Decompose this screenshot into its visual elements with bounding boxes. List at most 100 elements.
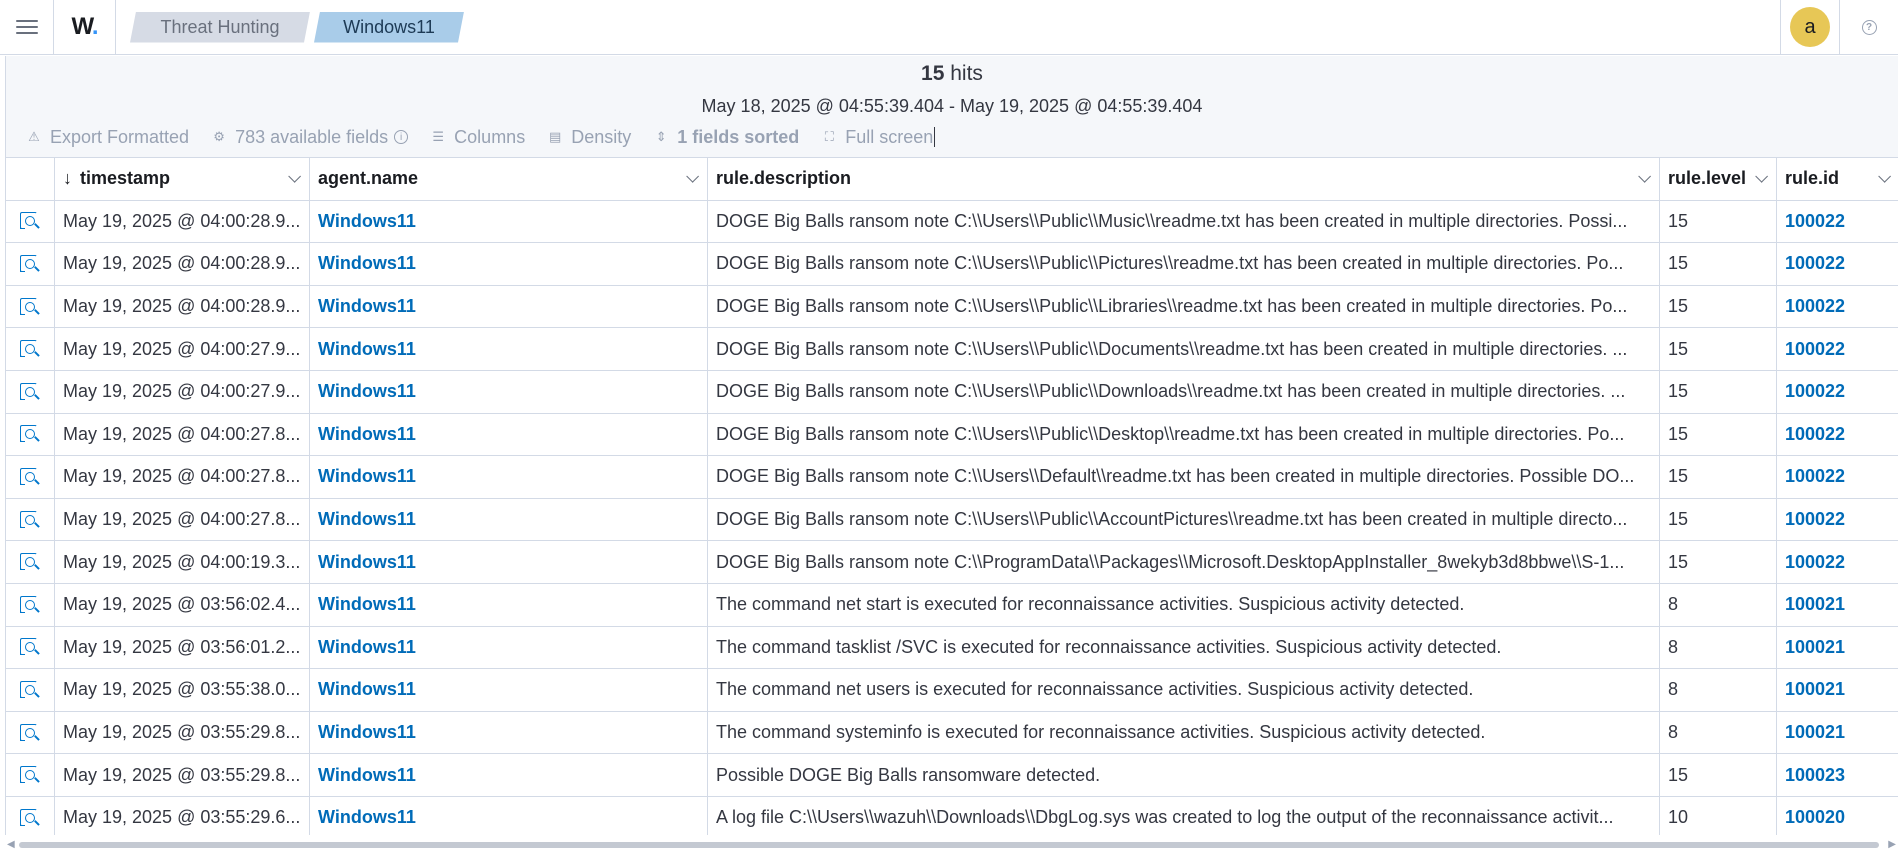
- agent-link[interactable]: Windows11: [318, 424, 416, 445]
- menu-button[interactable]: [0, 0, 54, 55]
- help-cell[interactable]: ?: [1840, 0, 1898, 55]
- horizontal-scrollbar[interactable]: ◀ ▶: [5, 836, 1898, 852]
- inspect-document-icon[interactable]: [19, 808, 41, 828]
- column-header-rule-description[interactable]: rule.description: [708, 158, 1660, 200]
- density-button[interactable]: ▤ Density: [547, 127, 631, 148]
- inspect-document-icon[interactable]: [19, 297, 41, 317]
- cell-rule-level: 8: [1660, 626, 1777, 669]
- time-range: May 18, 2025 @ 04:55:39.404 - May 19, 20…: [701, 96, 1203, 116]
- rule-id-link[interactable]: 100022: [1785, 253, 1845, 274]
- cell-rule-id: 100022: [1777, 499, 1898, 541]
- inspect-document-icon[interactable]: [19, 510, 41, 530]
- table-row: May 19, 2025 @ 04:00:28.9... Windows11 DOG…: [6, 285, 1898, 329]
- avatar[interactable]: a: [1790, 7, 1830, 47]
- agent-link[interactable]: Windows11: [318, 637, 416, 658]
- cell-agent-name: Windows11: [310, 413, 708, 456]
- agent-link[interactable]: Windows11: [318, 296, 416, 317]
- avatar-cell: a: [1780, 0, 1840, 55]
- inspect-document-icon[interactable]: [19, 595, 41, 615]
- rule-id-link[interactable]: 100022: [1785, 509, 1845, 530]
- table-row: May 19, 2025 @ 03:55:29.6... Windows11 A l…: [6, 797, 1898, 835]
- cell-rule-level: 8: [1660, 711, 1777, 754]
- rule-id-link[interactable]: 100022: [1785, 466, 1845, 487]
- rule-id-link[interactable]: 100022: [1785, 211, 1845, 232]
- hits-count: 15 hits: [921, 62, 983, 85]
- scroll-right-icon[interactable]: ▶: [1888, 839, 1896, 850]
- chevron-down-icon[interactable]: [1878, 170, 1891, 184]
- agent-link[interactable]: Windows11: [318, 253, 416, 274]
- column-header-timestamp[interactable]: ↓ timestamp: [55, 158, 310, 200]
- columns-icon: ☰: [432, 129, 444, 144]
- breadcrumb-windows11[interactable]: Windows11: [314, 12, 464, 43]
- inspect-document-icon[interactable]: [19, 339, 41, 359]
- rule-id-link[interactable]: 100023: [1785, 765, 1845, 786]
- agent-link[interactable]: Windows11: [318, 381, 416, 402]
- chevron-down-icon[interactable]: [1638, 170, 1651, 184]
- chevron-down-icon[interactable]: [288, 170, 301, 184]
- agent-link[interactable]: Windows11: [318, 211, 416, 232]
- scroll-left-icon[interactable]: ◀: [7, 839, 15, 850]
- app-logo: W.: [71, 13, 99, 40]
- column-header-rule-id[interactable]: rule.id: [1777, 158, 1898, 200]
- chevron-down-icon[interactable]: [686, 170, 699, 184]
- cell-rule-description: DOGE Big Balls ransom note C:\\Users\\Pu…: [708, 328, 1660, 370]
- row-actions-cell: [6, 328, 55, 370]
- rule-id-link[interactable]: 100021: [1785, 679, 1845, 700]
- cell-rule-id: 100022: [1777, 414, 1898, 456]
- column-header-rule-level[interactable]: rule.level: [1660, 158, 1777, 200]
- agent-link[interactable]: Windows11: [318, 339, 416, 360]
- cell-agent-name: Windows11: [310, 584, 708, 626]
- export-formatted-button[interactable]: ⚠ Export Formatted: [26, 127, 189, 148]
- full-screen-button[interactable]: ⛶ Full screen: [821, 127, 936, 148]
- inspect-document-icon[interactable]: [19, 382, 41, 402]
- inspect-document-icon[interactable]: [19, 467, 41, 487]
- logo-cell[interactable]: W.: [54, 0, 116, 55]
- inspect-document-icon[interactable]: [19, 765, 41, 785]
- cell-rule-level: 10: [1660, 797, 1777, 835]
- help-icon[interactable]: ?: [1861, 19, 1877, 35]
- columns-button[interactable]: ☰ Columns: [430, 127, 525, 148]
- rule-id-link[interactable]: 100022: [1785, 296, 1845, 317]
- rule-id-link[interactable]: 100022: [1785, 552, 1845, 573]
- rule-id-link[interactable]: 100020: [1785, 807, 1845, 828]
- density-icon: ▤: [549, 129, 562, 144]
- column-header-agent-name[interactable]: agent.name: [310, 158, 708, 200]
- row-actions-cell: [6, 797, 55, 835]
- inspect-document-icon[interactable]: [19, 552, 41, 572]
- rule-id-link[interactable]: 100022: [1785, 381, 1845, 402]
- cell-rule-id: 100023: [1777, 754, 1898, 796]
- inspect-document-icon[interactable]: [19, 723, 41, 743]
- cell-rule-id: 100021: [1777, 669, 1898, 711]
- table-row: May 19, 2025 @ 03:55:38.0... Windows11 The…: [6, 669, 1898, 712]
- inspect-document-icon[interactable]: [19, 680, 41, 700]
- inspect-document-icon[interactable]: [19, 211, 41, 231]
- agent-link[interactable]: Windows11: [318, 765, 416, 786]
- cell-rule-level: 15: [1660, 285, 1777, 328]
- agent-link[interactable]: Windows11: [318, 509, 416, 530]
- inspect-document-icon[interactable]: [19, 424, 41, 444]
- available-fields-button[interactable]: ⚙ 783 available fields i: [211, 127, 409, 148]
- agent-link[interactable]: Windows11: [318, 679, 416, 700]
- rule-id-link[interactable]: 100021: [1785, 594, 1845, 615]
- breadcrumb-threat-hunting[interactable]: Threat Hunting: [130, 12, 310, 43]
- chevron-down-icon[interactable]: [1755, 170, 1768, 184]
- rule-id-link[interactable]: 100021: [1785, 722, 1845, 743]
- agent-link[interactable]: Windows11: [318, 807, 416, 828]
- rule-id-link[interactable]: 100022: [1785, 339, 1845, 360]
- inspect-document-icon[interactable]: [19, 637, 41, 657]
- agent-link[interactable]: Windows11: [318, 722, 416, 743]
- cell-timestamp: May 19, 2025 @ 04:00:27.9...: [55, 328, 310, 370]
- inspect-document-icon[interactable]: [19, 254, 41, 274]
- scrollbar-thumb[interactable]: [19, 842, 1879, 848]
- agent-link[interactable]: Windows11: [318, 466, 416, 487]
- data-grid: ↓ timestamp agent.name rule.description r…: [5, 157, 1898, 835]
- rule-id-link[interactable]: 100022: [1785, 424, 1845, 445]
- export-icon: ⚠: [28, 129, 40, 144]
- sort-fields-button[interactable]: ⇕ 1 fields sorted: [653, 127, 800, 148]
- agent-link[interactable]: Windows11: [318, 552, 416, 573]
- rule-id-link[interactable]: 100021: [1785, 637, 1845, 658]
- cell-agent-name: Windows11: [310, 328, 708, 370]
- agent-link[interactable]: Windows11: [318, 594, 416, 615]
- cell-rule-level: 15: [1660, 541, 1777, 583]
- cell-rule-description: DOGE Big Balls ransom note C:\\Users\\Pu…: [708, 285, 1660, 328]
